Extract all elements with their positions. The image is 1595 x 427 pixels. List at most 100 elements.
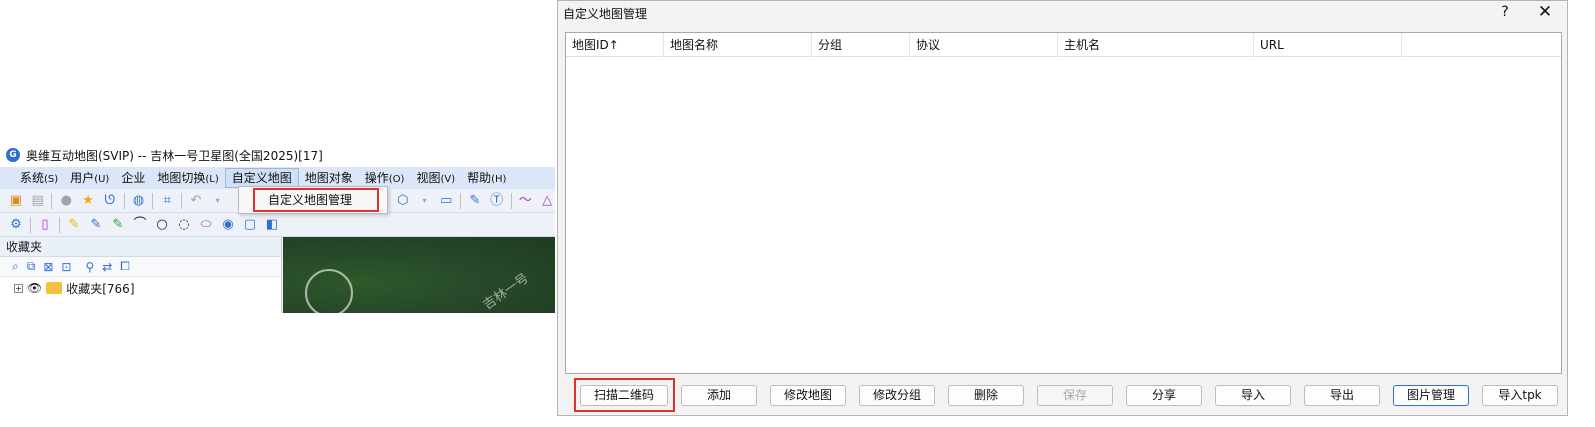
menu-operation[interactable]: 操作(O) xyxy=(359,168,411,188)
yellow-pin-icon[interactable]: ✎ xyxy=(66,217,82,233)
column-hostname[interactable]: 主机名 xyxy=(1058,33,1254,57)
menu-item-custom-map-manage[interactable]: 自定义地图管理 xyxy=(253,188,379,212)
column-protocol[interactable]: 协议 xyxy=(910,33,1058,57)
document-icon[interactable]: ▯ xyxy=(37,217,53,233)
image-manage-button[interactable]: 图片管理 xyxy=(1393,385,1469,406)
menu-help[interactable]: 帮助(H) xyxy=(461,168,512,188)
help-button[interactable]: ? xyxy=(1497,4,1513,20)
save-icon[interactable]: ▤ xyxy=(30,193,46,209)
export-icon[interactable]: ⊠ xyxy=(43,260,53,274)
column-group[interactable]: 分组 xyxy=(812,33,910,57)
toolbar-separator xyxy=(30,216,31,233)
import-tpk-button[interactable]: 导入tpk xyxy=(1482,385,1558,406)
draw-toolbar: ⚙ ▯ ✎ ✎ ✎ ⌒ ○ ◌ ⬭ ◉ ▢ ◧ xyxy=(0,213,555,237)
chevron-down-icon[interactable]: ▾ xyxy=(210,193,226,209)
copy-icon[interactable]: ⧉ xyxy=(27,259,36,274)
partial-circle-icon[interactable]: ◌ xyxy=(176,217,192,233)
map-watermark: 吉林一号 xyxy=(480,271,532,313)
menu-custom-map-label: 自定义地图 xyxy=(231,171,292,185)
menu-map-switch-label: 地图切换 xyxy=(157,171,206,185)
map-circle-marker xyxy=(305,269,353,313)
text-icon[interactable]: Ⓣ xyxy=(489,193,505,209)
delete-button[interactable]: 删除 xyxy=(948,385,1024,406)
menu-user-label: 用户 xyxy=(70,171,95,185)
table-header: 地图ID↑ 地图名称 分组 协议 主机名 URL xyxy=(566,33,1561,57)
edit-map-button[interactable]: 修改地图 xyxy=(770,385,846,406)
menu-user-key: (U) xyxy=(94,174,110,185)
layers-icon[interactable]: ⧠ xyxy=(120,259,130,274)
undo-icon[interactable]: ↶ xyxy=(188,193,204,209)
menu-custom-map[interactable]: 自定义地图 xyxy=(224,168,299,188)
menu-map-object[interactable]: 地图对象 xyxy=(299,168,359,188)
settings-gear-icon[interactable]: ⚙ xyxy=(8,217,24,233)
favorites-panel: 收藏夹 ⊓ ✕ ⌕ ⧉ ⊠ ⊡ ⚲ ⇄ ⧠ + 👁 收藏夹[766] xyxy=(0,237,282,313)
ellipse-icon[interactable]: ⬭ xyxy=(198,217,214,233)
menu-enterprise-label: 企业 xyxy=(121,171,146,185)
map-list-table[interactable]: 地图ID↑ 地图名称 分组 协议 主机名 URL xyxy=(565,32,1562,374)
folder-icon xyxy=(46,282,63,294)
location-pin-icon[interactable]: ⚲ xyxy=(85,260,94,274)
scan-icon[interactable]: ⊡ xyxy=(61,260,71,274)
close-button[interactable]: ✕ xyxy=(1536,2,1554,22)
square-icon[interactable]: ▢ xyxy=(242,217,258,233)
satellite-map[interactable]: 吉林一号 xyxy=(283,237,555,313)
menu-system[interactable]: 系统(S) xyxy=(14,168,64,188)
3d-icon[interactable]: ◍ xyxy=(131,193,147,209)
filled-circle-icon[interactable]: ◉ xyxy=(220,217,236,233)
open-folder-icon[interactable]: ▣ xyxy=(8,193,24,209)
triangle-icon[interactable]: △ xyxy=(539,193,555,209)
arc-icon[interactable]: ⌒ xyxy=(132,217,148,233)
polygon-icon[interactable]: ◧ xyxy=(264,217,280,233)
favorites-title: 收藏夹 xyxy=(6,240,43,254)
save-button[interactable]: 保存 xyxy=(1037,385,1113,406)
menu-view[interactable]: 视图(V) xyxy=(410,168,461,188)
hexagon-icon[interactable]: ⬡ xyxy=(395,193,411,209)
expand-icon[interactable]: + xyxy=(14,283,23,293)
menu-system-key: (S) xyxy=(44,174,59,185)
eye-icon[interactable]: 👁 xyxy=(27,281,42,295)
scan-qr-button[interactable]: 扫描二维码 xyxy=(580,385,668,406)
custom-map-dropdown: 自定义地图管理 xyxy=(238,186,388,214)
circle-icon[interactable]: ○ xyxy=(154,217,170,233)
share-button[interactable]: 分享 xyxy=(1126,385,1202,406)
add-button[interactable]: 添加 xyxy=(681,385,757,406)
toolbar-separator xyxy=(181,192,183,209)
menu-view-label: 视图 xyxy=(416,171,441,185)
column-map-id[interactable]: 地图ID↑ xyxy=(566,33,664,57)
polyline-icon[interactable]: 〜 xyxy=(518,193,534,209)
sync-icon[interactable]: ⇄ xyxy=(102,260,112,274)
star-icon[interactable]: ★ xyxy=(80,193,96,209)
menu-operation-label: 操作 xyxy=(364,171,389,185)
blue-pin-icon[interactable]: ✎ xyxy=(88,217,104,233)
toolbar-separator xyxy=(152,192,154,209)
menu-system-label: 系统 xyxy=(20,171,45,185)
video-icon[interactable]: ▭ xyxy=(438,193,454,209)
pin-icon[interactable]: ✎ xyxy=(467,193,483,209)
chevron-down-icon[interactable]: ▾ xyxy=(417,193,433,209)
toolbar-separator xyxy=(460,192,462,209)
edit-group-button[interactable]: 修改分组 xyxy=(859,385,935,406)
route-icon[interactable]: ᘎ xyxy=(102,193,118,209)
export-button[interactable]: 导出 xyxy=(1304,385,1380,406)
menu-view-key: (V) xyxy=(440,174,456,185)
menu-user[interactable]: 用户(U) xyxy=(64,168,115,188)
user-icon[interactable]: ● xyxy=(58,193,74,209)
menu-map-object-label: 地图对象 xyxy=(304,171,353,185)
crop-icon[interactable]: ⌗ xyxy=(159,193,175,209)
menu-enterprise[interactable]: 企业 xyxy=(115,168,151,188)
column-map-name[interactable]: 地图名称 xyxy=(664,33,812,57)
toolbar-separator xyxy=(51,192,53,209)
menu-operation-key: (O) xyxy=(388,174,405,185)
favorites-toolbar: ⌕ ⧉ ⊠ ⊡ ⚲ ⇄ ⧠ xyxy=(0,257,281,277)
green-pin-icon[interactable]: ✎ xyxy=(110,217,126,233)
import-button[interactable]: 导入 xyxy=(1215,385,1291,406)
toolbar-separator xyxy=(123,192,125,209)
favorites-tree-item[interactable]: + 👁 收藏夹[766] xyxy=(0,277,281,299)
menu-map-switch[interactable]: 地图切换(L) xyxy=(151,168,224,188)
menu-map-switch-key: (L) xyxy=(205,174,219,185)
favorites-header: 收藏夹 ⊓ ✕ xyxy=(0,237,281,257)
toolbar-separator xyxy=(510,192,512,209)
search-icon[interactable]: ⌕ xyxy=(12,259,19,274)
menu-help-key: (H) xyxy=(491,174,507,185)
column-url[interactable]: URL xyxy=(1254,33,1402,57)
